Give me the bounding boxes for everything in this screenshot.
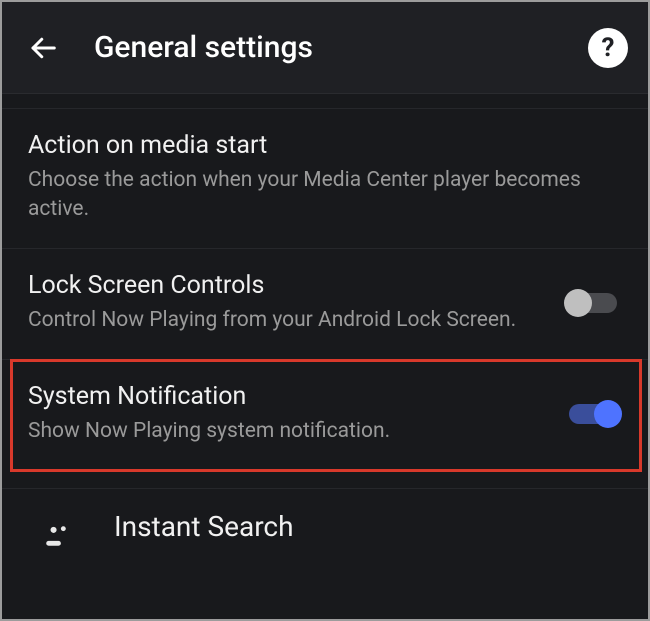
toggle-thumb (564, 289, 592, 317)
setting-title: Lock Screen Controls (28, 271, 552, 300)
back-button[interactable] (22, 27, 64, 69)
setting-text: Lock Screen Controls Control Now Playing… (28, 271, 564, 335)
gap-spacer (2, 470, 648, 488)
help-icon: ? (602, 33, 615, 63)
toggle-lock-screen-controls[interactable] (564, 289, 622, 317)
setting-title: Action on media start (28, 131, 610, 160)
setting-action-on-media-start[interactable]: Action on media start Choose the action … (2, 108, 648, 248)
setting-title: System Notification (28, 382, 552, 411)
page-title: General settings (94, 30, 588, 65)
setting-title: Instant Search (114, 510, 294, 543)
setting-system-notification[interactable]: System Notification Show Now Playing sys… (2, 359, 648, 470)
setting-desc: Control Now Playing from your Android Lo… (28, 306, 552, 335)
setting-instant-search[interactable]: Instant Search (2, 488, 648, 547)
setting-text: Action on media start Choose the action … (28, 131, 622, 224)
setting-text: System Notification Show Now Playing sys… (28, 382, 564, 446)
setting-lock-screen-controls[interactable]: Lock Screen Controls Control Now Playing… (2, 248, 648, 359)
help-button[interactable]: ? (588, 28, 628, 68)
setting-desc: Show Now Playing system notification. (28, 417, 552, 446)
top-spacer (2, 94, 648, 108)
appbar: General settings ? (2, 2, 648, 94)
settings-list: Action on media start Choose the action … (2, 108, 648, 547)
setting-desc: Choose the action when your Media Center… (28, 166, 610, 224)
toggle-system-notification[interactable] (564, 400, 622, 428)
instant-search-icon (28, 507, 84, 547)
toggle-thumb (594, 400, 622, 428)
arrow-left-icon (28, 33, 58, 63)
